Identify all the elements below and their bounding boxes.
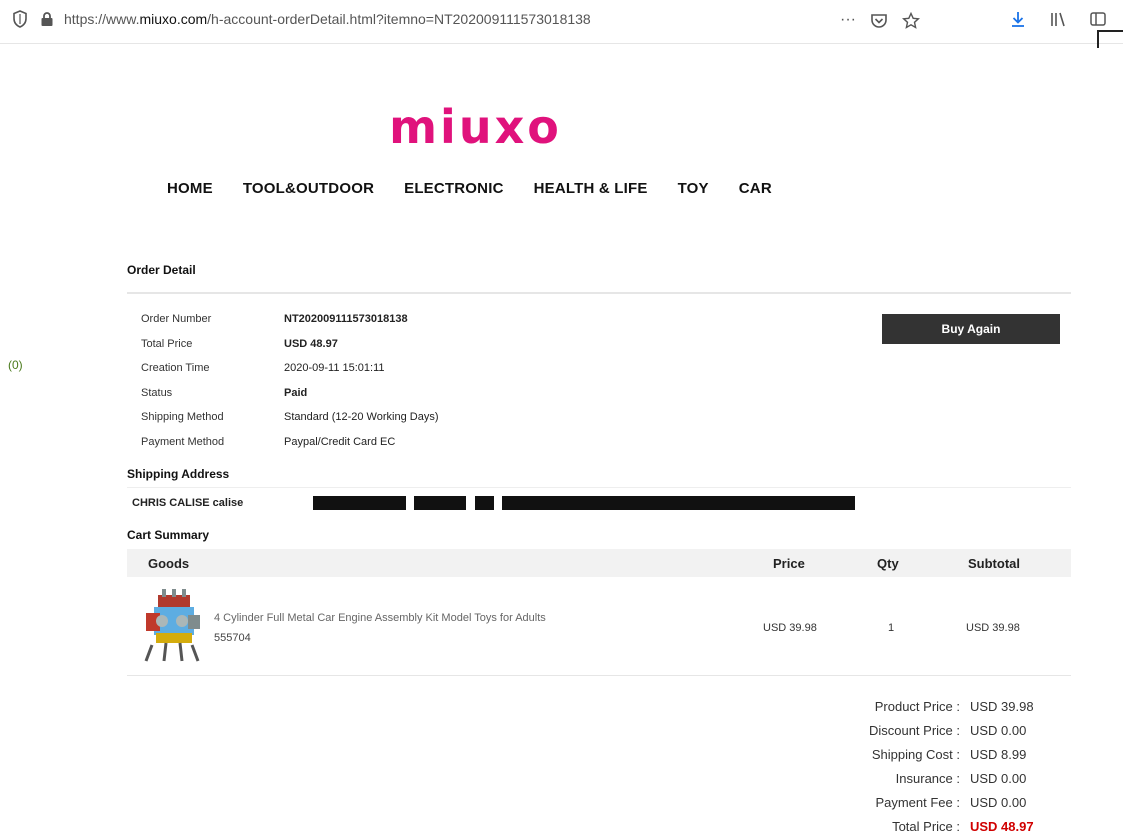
payment-fee-value: USD 0.00 bbox=[970, 794, 1027, 810]
address-bar[interactable]: https://www.miuxo.com/h-account-orderDet… bbox=[6, 6, 920, 32]
insurance-value: USD 0.00 bbox=[970, 770, 1027, 786]
product-price-row: Product Price : USD 39.98 bbox=[810, 694, 1034, 718]
shipping-address-title: Shipping Address bbox=[127, 467, 230, 481]
total-price-label: Total Price bbox=[141, 337, 193, 350]
payment-method-label: Payment Method bbox=[141, 435, 225, 448]
nav-tool-outdoor[interactable]: TOOL&OUTDOOR bbox=[243, 180, 374, 197]
shield-icon[interactable] bbox=[12, 10, 28, 28]
library-icon[interactable] bbox=[1049, 10, 1067, 28]
url-domain: miuxo.com bbox=[139, 11, 208, 27]
total-price-summary-row: Total Price : USD 48.97 bbox=[810, 814, 1034, 836]
payment-fee-row: Payment Fee : USD 0.00 bbox=[810, 790, 1034, 814]
discount-price-value: USD 0.00 bbox=[970, 722, 1027, 738]
order-totals: Product Price : USD 39.98 Discount Price… bbox=[810, 694, 1034, 836]
product-price-value: USD 39.98 bbox=[970, 698, 1034, 714]
payment-fee-label: Payment Fee : bbox=[875, 794, 960, 810]
redaction-bar bbox=[502, 496, 855, 510]
product-sku: 555704 bbox=[214, 632, 251, 644]
total-price-row: Total Price USD 48.97 bbox=[141, 332, 438, 357]
total-price-summary-label: Total Price : bbox=[892, 818, 960, 834]
redaction-bar bbox=[414, 496, 466, 510]
nav-toy[interactable]: TOY bbox=[678, 180, 709, 197]
bookmark-star-icon[interactable] bbox=[901, 12, 920, 30]
side-count[interactable]: (0) bbox=[8, 358, 23, 372]
shipping-cost-label: Shipping Cost : bbox=[871, 746, 960, 762]
shipping-method-label: Shipping Method bbox=[141, 411, 224, 424]
item-price: USD 39.98 bbox=[763, 622, 817, 634]
shipping-cost-value: USD 8.99 bbox=[970, 746, 1027, 762]
discount-price-label: Discount Price : bbox=[868, 722, 960, 738]
qty-header: Qty bbox=[877, 556, 899, 571]
nav-home[interactable]: HOME bbox=[167, 180, 213, 197]
shipping-cost-row: Shipping Cost : USD 8.99 bbox=[810, 742, 1034, 766]
table-row: 4 Cylinder Full Metal Car Engine Assembl… bbox=[127, 578, 1071, 676]
lock-icon[interactable] bbox=[40, 11, 54, 27]
main-nav: HOME TOOL&OUTDOOR ELECTRONIC HEALTH & LI… bbox=[167, 180, 772, 197]
goods-header: Goods bbox=[148, 556, 190, 571]
payment-method-row: Payment Method Paypal/Credit Card EC bbox=[141, 430, 438, 455]
subtotal-header: Subtotal bbox=[968, 556, 1020, 571]
total-price-value: USD 48.97 bbox=[284, 337, 338, 350]
order-detail-title: Order Detail bbox=[127, 263, 196, 277]
product-image[interactable] bbox=[136, 585, 206, 665]
creation-time-value: 2020-09-11 15:01:11 bbox=[284, 362, 385, 375]
item-subtotal: USD 39.98 bbox=[966, 622, 1020, 634]
nav-health-life[interactable]: HEALTH & LIFE bbox=[534, 180, 648, 197]
product-name-link[interactable]: 4 Cylinder Full Metal Car Engine Assembl… bbox=[214, 612, 546, 624]
total-price-summary-value: USD 48.97 bbox=[970, 818, 1034, 834]
more-actions-icon[interactable]: ··· bbox=[840, 11, 856, 30]
window-corner bbox=[1097, 30, 1123, 48]
shipping-method-value: Standard (12-20 Working Days) bbox=[284, 411, 439, 424]
payment-method-value: Paypal/Credit Card EC bbox=[284, 435, 396, 448]
buy-again-button[interactable]: Buy Again bbox=[882, 314, 1060, 344]
redaction-bar bbox=[313, 496, 406, 510]
item-qty: 1 bbox=[888, 622, 895, 634]
url-path: /h-account-orderDetail.html?itemno=NT202… bbox=[207, 11, 591, 27]
order-number-label: Order Number bbox=[141, 313, 212, 326]
redaction-bar bbox=[475, 496, 494, 510]
product-price-label: Product Price : bbox=[874, 698, 960, 714]
status-label: Status bbox=[141, 386, 173, 399]
creation-time-row: Creation Time 2020-09-11 15:01:11 bbox=[141, 356, 438, 381]
insurance-row: Insurance : USD 0.00 bbox=[810, 766, 1034, 790]
status-value: Paid bbox=[284, 386, 308, 399]
sidebar-icon[interactable] bbox=[1089, 10, 1107, 28]
divider bbox=[127, 487, 1071, 488]
pocket-icon[interactable] bbox=[870, 12, 888, 30]
url-prefix: https://www. bbox=[64, 11, 140, 27]
cart-summary-title: Cart Summary bbox=[127, 528, 210, 542]
nav-electronic[interactable]: ELECTRONIC bbox=[404, 180, 504, 197]
creation-time-label: Creation Time bbox=[141, 362, 210, 375]
site-logo[interactable]: miuxo bbox=[0, 100, 951, 154]
shipping-name: CHRIS CALISE calise bbox=[132, 497, 244, 509]
cart-table-header: Goods Price Qty Subtotal bbox=[127, 549, 1071, 577]
discount-price-row: Discount Price : USD 0.00 bbox=[810, 718, 1034, 742]
shipping-method-row: Shipping Method Standard (12-20 Working … bbox=[141, 405, 438, 430]
insurance-label: Insurance : bbox=[895, 770, 960, 786]
order-number-value: NT202009111573018138 bbox=[284, 313, 408, 326]
nav-car[interactable]: CAR bbox=[739, 180, 772, 197]
price-header: Price bbox=[773, 556, 805, 571]
order-info-table: Order Number NT202009111573018138 Total … bbox=[141, 307, 438, 454]
browser-toolbar: https://www.miuxo.com/h-account-orderDet… bbox=[0, 0, 1123, 48]
order-number-row: Order Number NT202009111573018138 bbox=[141, 307, 438, 332]
url-text[interactable]: https://www.miuxo.com/h-account-orderDet… bbox=[64, 11, 591, 27]
download-icon[interactable] bbox=[1009, 10, 1027, 28]
divider bbox=[127, 292, 1071, 294]
status-row: Status Paid bbox=[141, 381, 438, 406]
